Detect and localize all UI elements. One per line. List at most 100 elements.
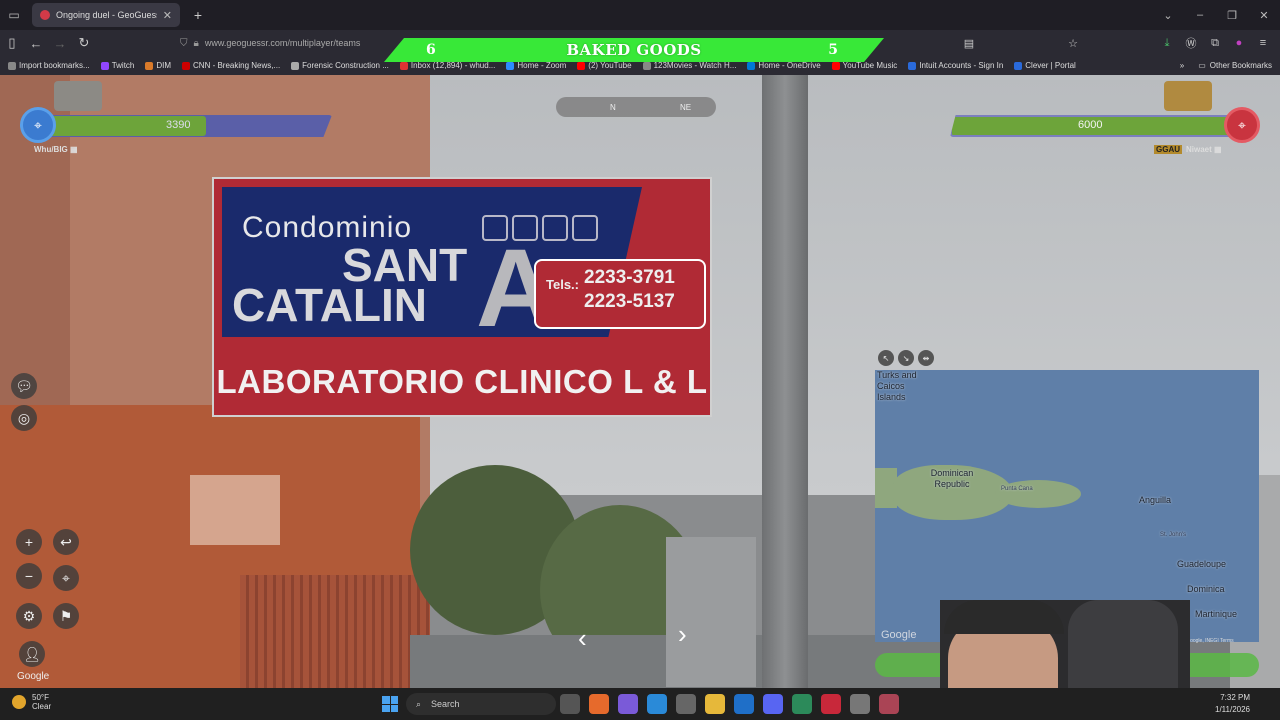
extensions-icon[interactable]: ⧉ [1206,37,1224,50]
profile-icon[interactable]: ● [1230,37,1248,49]
emote-icon[interactable]: ◎ [11,405,37,431]
copilot-icon[interactable] [618,694,638,714]
minimize-icon[interactable]: – [1184,9,1216,21]
bookmark-item[interactable]: 123Movies - Watch H... [642,61,737,70]
bookmark-item[interactable]: Forensic Construction ... [291,61,389,70]
players-icon[interactable]: 👤︎ [19,641,45,667]
bookmark-item[interactable]: Clever | Portal [1014,61,1076,70]
bookmark-item[interactable]: (2) YouTube [577,61,632,70]
bookmark-label: 123Movies - Watch H... [653,61,737,70]
health-left-value: 3390 [166,119,191,131]
bookmark-label: Intuit Accounts - Sign In [919,61,1004,70]
outlook-icon[interactable] [734,694,754,714]
player-right-name: GGAU Niwaet ▦ [1154,145,1222,154]
bookmark-item[interactable]: Home - OneDrive [747,61,821,70]
compass[interactable]: N NE [556,97,716,117]
snipping-icon[interactable] [879,694,899,714]
tab-overflow-icon[interactable]: ⌄ [1152,9,1184,22]
tab-list-icon[interactable]: ▭ [0,0,28,30]
system-tray-clock[interactable]: 7:32 PM 1/11/2026 [1215,692,1250,716]
bookmark-label: Clever | Portal [1025,61,1076,70]
tab-geoguessr[interactable]: Ongoing duel - GeoGuessr ✕ [32,3,180,27]
bookmark-item[interactable]: Home - Zoom [506,61,566,70]
road-sign-back [666,537,756,687]
player-right-tag: GGAU [1154,145,1182,154]
geoguessr-favicon-icon [40,10,50,20]
media-player-icon[interactable] [821,694,841,714]
back-icon[interactable]: ← [24,36,48,51]
undo-move-icon[interactable]: ↩ [53,529,79,555]
avatar-right [1164,81,1212,111]
move-arrow-left-icon[interactable]: ‹ [578,623,587,654]
close-window-icon[interactable]: ✕ [1248,9,1280,22]
weather-moon-icon [12,695,26,709]
reader-view-icon[interactable]: ▤ [960,37,978,50]
return-to-start-icon[interactable]: ⌖ [53,565,79,591]
bookmark-item[interactable]: Intuit Accounts - Sign In [908,61,1003,70]
sidebar-icon[interactable]: ▯ [0,35,24,51]
app-green-icon[interactable] [792,694,812,714]
gaming-chair [1068,600,1178,688]
bookmark-item[interactable]: YouTube Music [831,61,898,70]
other-bookmarks-label: Other Bookmarks [1209,61,1272,70]
other-bookmarks[interactable]: » ▭ Other Bookmarks [1173,56,1272,75]
overflow-chevron-icon[interactable]: » [1180,61,1184,70]
bookmark-favicon-icon [1014,61,1023,70]
bookmark-star-icon[interactable]: ☆ [1064,37,1082,50]
weather-widget[interactable]: 50°F Clear [12,693,51,711]
store-icon[interactable] [676,694,696,714]
new-tab-icon[interactable]: + [186,7,210,23]
bookmark-item[interactable]: DIM [145,61,171,70]
bookmark-favicon-icon [182,61,191,70]
bookmark-favicon-icon [908,61,917,70]
map-shrink-icon[interactable]: ↘ [898,350,914,366]
extension-w-icon[interactable]: Ⓦ [1182,35,1200,51]
file-explorer-icon[interactable] [705,694,725,714]
map-label-guadeloupe: Guadeloupe [1177,559,1227,569]
taskbar-search-label: Search [431,699,460,709]
map-size-tools: ↖ ↘ ⇹ [878,350,934,366]
bookmark-item[interactable]: Inbox (12,894) - whud... [399,61,495,70]
clock-date: 1/11/2026 [1215,705,1250,714]
chat-icon[interactable]: 💬︎ [11,373,37,399]
map-pin-icon[interactable]: ⇹ [918,350,934,366]
map-expand-icon[interactable]: ↖ [878,350,894,366]
move-arrow-right-icon[interactable]: › [678,619,687,650]
bookmark-item[interactable]: CNN - Breaking News,... [182,61,280,70]
bookmark-item[interactable]: Twitch [100,61,134,70]
google-logo: Google [17,671,50,682]
screen: ▭ Ongoing duel - GeoGuessr ✕ + ⌄ – ❐ ✕ ▯… [0,0,1280,720]
flag-icon[interactable]: ⚑ [53,603,79,629]
right-team-score: 5 [828,42,838,58]
zoom-in-icon[interactable]: + [16,529,42,555]
bookmark-item[interactable]: Import bookmarks... [8,61,90,70]
restore-icon[interactable]: ❐ [1216,9,1248,22]
taskbar-apps [560,694,899,714]
menu-icon[interactable]: ≡ [1254,37,1272,49]
nav-toolbar-right: ▤ ☆ ⤓ Ⓦ ⧉ ● ≡ [960,30,1272,56]
settings-gear-icon[interactable]: ⚙ [16,603,42,629]
compass-ne: NE [680,102,692,112]
map-label-anguilla: Anguilla [1139,495,1172,505]
firefox-icon[interactable] [589,694,609,714]
task-view-icon[interactable] [560,694,580,714]
streamer-hair [944,600,1064,634]
bookmark-label: YouTube Music [842,61,898,70]
weather-condition: Clear [32,702,52,711]
map-label-dominica: Dominica [1187,584,1225,594]
download-icon[interactable]: ⤓ [1158,37,1176,50]
discord-icon[interactable] [763,694,783,714]
windows-start-icon[interactable] [382,696,398,712]
search-icon: ⌕ [416,698,422,709]
utility-pole [762,75,808,688]
window-controls: ⌄ – ❐ ✕ [1152,0,1280,30]
reload-icon[interactable]: ↻ [72,35,96,51]
player-left-name: Whu/BIG ▦ [34,145,78,154]
forward-icon[interactable]: → [48,36,72,51]
sign-phone-1: 2233-3791 [584,267,675,288]
zoom-out-icon[interactable]: − [16,563,42,589]
edge-icon[interactable] [647,694,667,714]
taskbar-search[interactable]: ⌕ Search [406,693,556,715]
close-tab-icon[interactable]: ✕ [163,9,172,22]
settings-app-icon[interactable] [850,694,870,714]
